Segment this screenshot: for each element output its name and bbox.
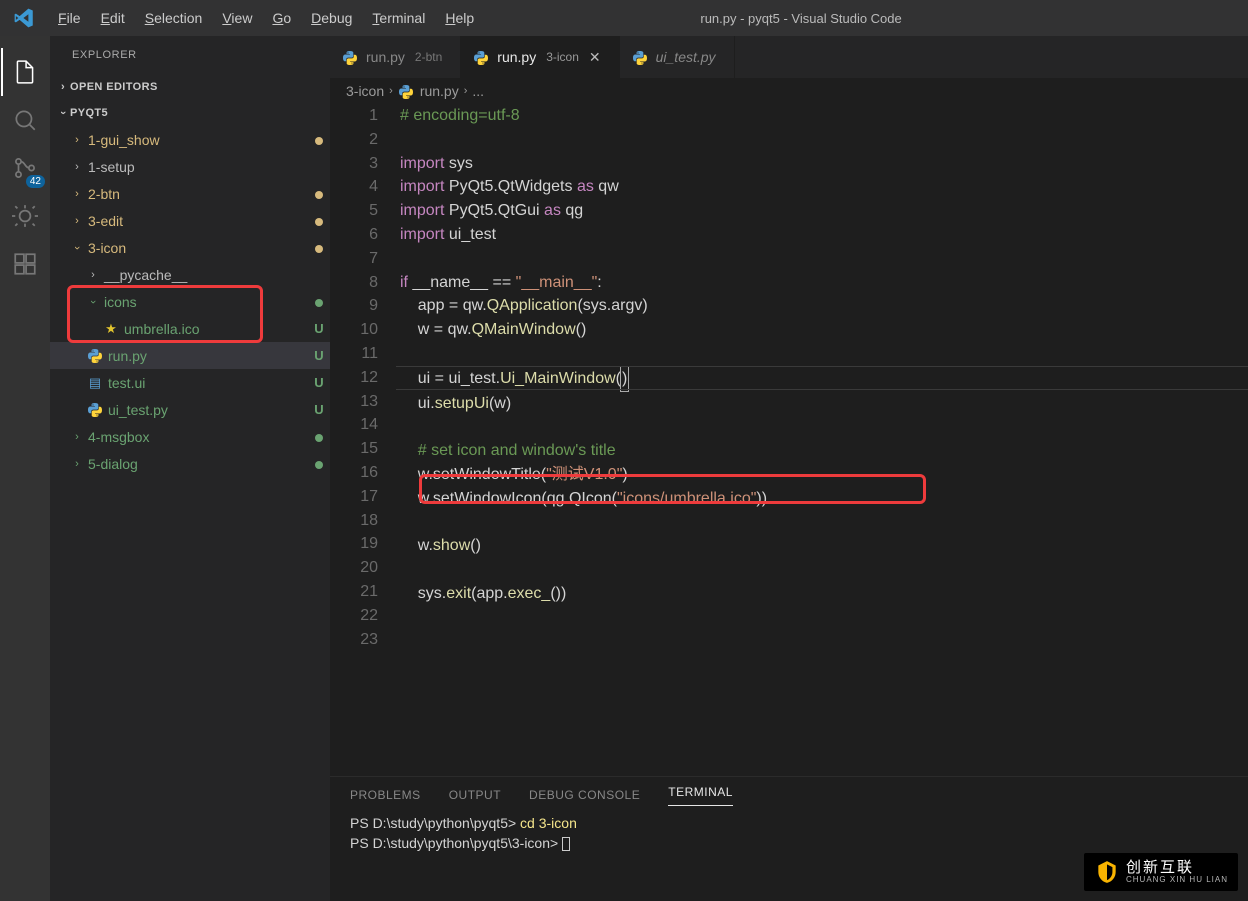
chevron-right-icon: › bbox=[389, 85, 393, 97]
title-bar: FFileile Edit Selection View Go Debug Te… bbox=[0, 0, 1248, 36]
folder-3-icon[interactable]: ›3-icon bbox=[50, 234, 330, 261]
folder-5-dialog[interactable]: ›5-dialog bbox=[50, 450, 330, 477]
activity-scm-icon[interactable]: 42 bbox=[1, 144, 49, 192]
explorer-heading: EXPLORER bbox=[50, 36, 330, 74]
menu-terminal[interactable]: Terminal bbox=[362, 10, 435, 26]
tab-ui-test[interactable]: ui_test.py bbox=[620, 36, 735, 78]
panel-tab-problems[interactable]: PROBLEMS bbox=[350, 788, 421, 802]
python-icon bbox=[398, 82, 414, 99]
file-tree: ›1-gui_show ›1-setup ›2-btn ›3-edit ›3-i… bbox=[50, 126, 330, 901]
editor-area: run.py 2-btn run.py 3-icon ✕ ui_test.py … bbox=[330, 36, 1248, 901]
ui-file-icon: ▤ bbox=[86, 375, 104, 391]
menu-debug[interactable]: Debug bbox=[301, 10, 362, 26]
file-umbrella-ico[interactable]: ★umbrella.icoU bbox=[50, 315, 330, 342]
tab-run-2btn[interactable]: run.py 2-btn bbox=[330, 36, 461, 78]
activity-explorer-icon[interactable] bbox=[1, 48, 49, 96]
open-editors-section[interactable]: › OPEN EDITORS bbox=[50, 74, 330, 100]
breadcrumb[interactable]: 3-icon › run.py › ... bbox=[330, 78, 1248, 104]
menu-file[interactable]: FFileile bbox=[48, 10, 91, 26]
scm-badge: 42 bbox=[26, 175, 45, 188]
code-editor[interactable]: 1234567891011121314151617181920212223 # … bbox=[330, 104, 1248, 776]
panel-tab-output[interactable]: OUTPUT bbox=[449, 788, 501, 802]
chevron-right-icon: › bbox=[56, 81, 70, 93]
activity-debug-icon[interactable] bbox=[1, 192, 49, 240]
project-section[interactable]: › PYQT5 bbox=[50, 100, 330, 126]
python-icon bbox=[86, 401, 104, 418]
editor-tabstrip: run.py 2-btn run.py 3-icon ✕ ui_test.py bbox=[330, 36, 1248, 78]
tab-run-3icon[interactable]: run.py 3-icon ✕ bbox=[461, 36, 619, 78]
panel-tabstrip: PROBLEMS OUTPUT DEBUG CONSOLE TERMINAL bbox=[330, 777, 1248, 813]
folder-2-btn[interactable]: ›2-btn bbox=[50, 180, 330, 207]
star-icon: ★ bbox=[102, 321, 120, 337]
line-gutter: 1234567891011121314151617181920212223 bbox=[330, 104, 400, 776]
activity-extensions-icon[interactable] bbox=[1, 240, 49, 288]
menu-selection[interactable]: Selection bbox=[135, 10, 213, 26]
menu-bar: FFileile Edit Selection View Go Debug Te… bbox=[48, 10, 484, 26]
folder-pycache[interactable]: ›__pycache__ bbox=[50, 261, 330, 288]
code-source[interactable]: # encoding=utf-8 import sys import PyQt5… bbox=[400, 104, 1248, 776]
vscode-logo-icon bbox=[0, 8, 48, 28]
terminal-cursor bbox=[562, 837, 570, 851]
folder-1-gui-show[interactable]: ›1-gui_show bbox=[50, 126, 330, 153]
menu-go[interactable]: Go bbox=[262, 10, 301, 26]
file-ui-test-py[interactable]: ui_test.pyU bbox=[50, 396, 330, 423]
chevron-right-icon: › bbox=[464, 85, 468, 97]
folder-4-msgbox[interactable]: ›4-msgbox bbox=[50, 423, 330, 450]
close-icon[interactable]: ✕ bbox=[589, 49, 601, 66]
menu-view[interactable]: View bbox=[212, 10, 262, 26]
chevron-down-icon: › bbox=[57, 106, 69, 120]
current-line-highlight bbox=[396, 366, 1248, 390]
menu-help[interactable]: Help bbox=[435, 10, 484, 26]
explorer-sidebar: EXPLORER › OPEN EDITORS › PYQT5 ›1-gui_s… bbox=[50, 36, 330, 901]
python-icon bbox=[632, 48, 648, 65]
activity-search-icon[interactable] bbox=[1, 96, 49, 144]
window-title: run.py - pyqt5 - Visual Studio Code bbox=[484, 11, 1068, 26]
terminal-output[interactable]: PS D:\study\python\pyqt5> cd 3-icon PS D… bbox=[330, 813, 1248, 853]
folder-icons[interactable]: ›icons bbox=[50, 288, 330, 315]
python-icon bbox=[473, 48, 489, 65]
python-icon bbox=[342, 48, 358, 65]
panel-tab-debug[interactable]: DEBUG CONSOLE bbox=[529, 788, 640, 802]
watermark-logo: 创新互联 CHUANG XIN HU LIAN bbox=[1084, 853, 1238, 891]
file-test-ui[interactable]: ▤test.uiU bbox=[50, 369, 330, 396]
panel-tab-terminal[interactable]: TERMINAL bbox=[668, 785, 733, 806]
activity-bar: 42 bbox=[0, 36, 50, 901]
folder-1-setup[interactable]: ›1-setup bbox=[50, 153, 330, 180]
python-icon bbox=[86, 347, 104, 364]
folder-3-edit[interactable]: ›3-edit bbox=[50, 207, 330, 234]
file-run-py[interactable]: run.pyU bbox=[50, 342, 330, 369]
menu-edit[interactable]: Edit bbox=[91, 10, 135, 26]
